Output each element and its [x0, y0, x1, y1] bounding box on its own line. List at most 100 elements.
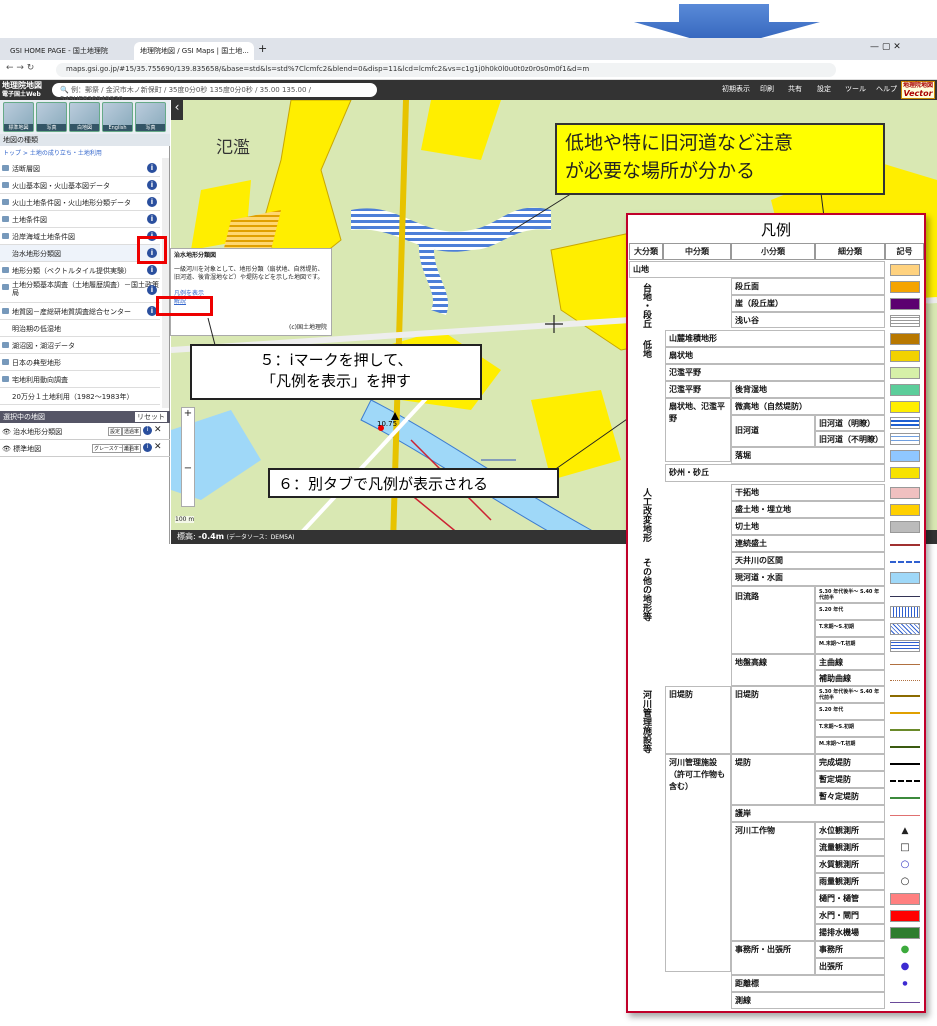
legend-row-label: 山麓堆積地形 — [665, 330, 885, 347]
legend-row-label: 出張所 — [815, 958, 885, 975]
legend-swatch-levee-complete — [890, 757, 920, 765]
legend-category-text: 人工改変地形 — [641, 488, 651, 542]
flow-station-icon: □ — [900, 842, 910, 853]
legend-row-label: M.末期～T.初期 — [815, 637, 885, 654]
legend-swatch-old-river-clear — [890, 417, 920, 429]
legend-row-label: 連続盛土 — [731, 535, 885, 552]
legend-swatch — [890, 401, 920, 413]
legend-row-label: 旧堤防 — [731, 686, 815, 754]
legend-row-label: 事務所 — [815, 941, 885, 958]
callout-text: ５：iマークを押して、 — [259, 351, 413, 369]
callout-yellow: 低地や特に旧河道など注意 が必要な場所が分かる — [555, 123, 885, 195]
legend-row-label: 砂州・砂丘 — [665, 464, 885, 482]
legend-header: 細分類 — [815, 243, 885, 260]
legend-swatch — [890, 264, 920, 276]
legend-row-label: 旧河道（不明瞭） — [815, 431, 885, 447]
legend-row-label: 切土地 — [731, 518, 885, 535]
legend-swatch-revetment — [890, 808, 920, 816]
legend-row-label: 堤防 — [731, 754, 815, 805]
legend-row-label: 水門・閘門 — [815, 907, 885, 924]
legend-row-label: T.末期～S.初期 — [815, 720, 885, 737]
callout-text: 低地や特に旧河道など注意 — [565, 132, 794, 154]
legend-row-label: S.20 年代 — [815, 603, 885, 620]
legend-swatch — [890, 504, 920, 516]
legend-row-label: 揚排水機場 — [815, 924, 885, 941]
legend-swatch — [890, 487, 920, 499]
legend-row-label: 氾濫平野 — [665, 364, 885, 381]
legend-row-label: S.30 年代後半～ S.40 年代前半 — [815, 686, 885, 703]
legend-swatch-line — [890, 589, 920, 597]
legend-row-label: 後背湿地 — [731, 381, 885, 398]
branch-office-icon: ● — [900, 961, 910, 972]
callout-text: が必要な場所が分かる — [565, 160, 756, 182]
legend-swatch-levee-temporary — [890, 791, 920, 799]
legend-row-label: 微高地（自然堤防） — [731, 398, 885, 415]
legend-swatch — [890, 384, 920, 396]
legend-row-label: 補助曲線 — [815, 670, 885, 686]
legend-row-label: 距離標 — [731, 975, 885, 992]
legend-category-text: 台地・段丘 — [641, 283, 651, 328]
legend-row-label: 旧河道（明瞭） — [815, 415, 885, 431]
legend-category: その他の地形等 — [637, 558, 655, 628]
legend-row-label: 測線 — [731, 992, 885, 1009]
legend-header: 中分類 — [663, 243, 731, 260]
legend-swatch-old-flow — [890, 606, 920, 618]
legend-row-label: S.30 年代後半～ S.40 年代前半 — [815, 586, 885, 603]
legend-row-label: 扇状地、氾濫平野 — [665, 398, 731, 462]
legend-swatch — [890, 893, 920, 905]
water-quality-station-icon: ○ — [900, 859, 910, 870]
legend-swatch-old-flow — [890, 623, 920, 635]
legend-category-text: 河川管理施設等 — [641, 690, 651, 753]
callout-text: 「凡例を表示」を押す — [260, 372, 411, 390]
legend-row-label: 干拓地 — [731, 484, 885, 501]
legend-swatch — [890, 521, 920, 533]
legend-swatch-old-levee — [890, 723, 920, 731]
office-icon: ● — [900, 944, 910, 955]
legend-category-text: その他の地形等 — [641, 558, 651, 621]
legend-row-label: 護岸 — [731, 805, 885, 822]
legend-row-label: S.20 年代 — [815, 703, 885, 720]
legend-row-label: T.末期～S.初期 — [815, 620, 885, 637]
distance-marker-icon: ● — [902, 980, 908, 987]
legend-row-label: 山地 — [629, 261, 885, 278]
legend-row-label: 河川管理施設（許可工作物も含む） — [665, 754, 731, 972]
legend-row-label: 水質観測所 — [815, 856, 885, 873]
legend-row-label: 崖（段丘崖） — [731, 295, 885, 312]
legend-row-label: 落堀 — [731, 447, 885, 464]
legend-title: 凡例 — [760, 221, 791, 239]
legend-row-label: 旧流路 — [731, 586, 815, 654]
legend-swatch — [890, 298, 920, 310]
callout-step5: ５：iマークを押して、 「凡例を表示」を押す — [190, 344, 482, 400]
legend-swatch-levee-provisional — [890, 774, 920, 782]
rain-gauge-station-icon: ○ — [900, 876, 910, 887]
legend-row-label: 氾濫平野 — [665, 381, 731, 398]
legend-row-label: 盛土地・埋立地 — [731, 501, 885, 518]
legend-header: 記号 — [885, 243, 924, 260]
legend-swatch-raised-river — [890, 555, 920, 563]
legend-header: 小分類 — [731, 243, 815, 260]
legend-swatch-shallow-valley — [890, 315, 920, 327]
legend-swatch — [890, 572, 920, 584]
callout-text: ６：別タブで凡例が表示される — [278, 475, 489, 493]
legend-row-label: 完成堤防 — [815, 754, 885, 771]
legend-swatch — [890, 333, 920, 345]
legend-swatch-contour-sub — [890, 673, 920, 681]
legend-row-label: 浅い谷 — [731, 312, 885, 328]
legend-swatch-old-levee — [890, 689, 920, 697]
legend-swatch — [890, 910, 920, 922]
legend-row-label: 水位観測所 — [815, 822, 885, 839]
legend-row-label: 暫定堤防 — [815, 771, 885, 788]
legend-row-label: 天井川の区間 — [731, 552, 885, 569]
legend-category: 低地 — [637, 340, 655, 365]
legend-swatch — [890, 927, 920, 939]
legend-category: 河川管理施設等 — [637, 690, 655, 760]
legend-row-label: 流量観測所 — [815, 839, 885, 856]
legend-row-label: 旧堤防 — [665, 686, 731, 754]
legend-row-label: M.末期～T.初期 — [815, 737, 885, 754]
legend-swatch-embankment — [890, 538, 920, 546]
legend-header: 大分類 — [629, 243, 663, 260]
legend-row-label: 暫々定堤防 — [815, 788, 885, 805]
legend-row-label: 旧河道 — [731, 415, 815, 447]
legend-category: 台地・段丘 — [637, 283, 655, 335]
legend-category-text: 低地 — [641, 340, 651, 358]
